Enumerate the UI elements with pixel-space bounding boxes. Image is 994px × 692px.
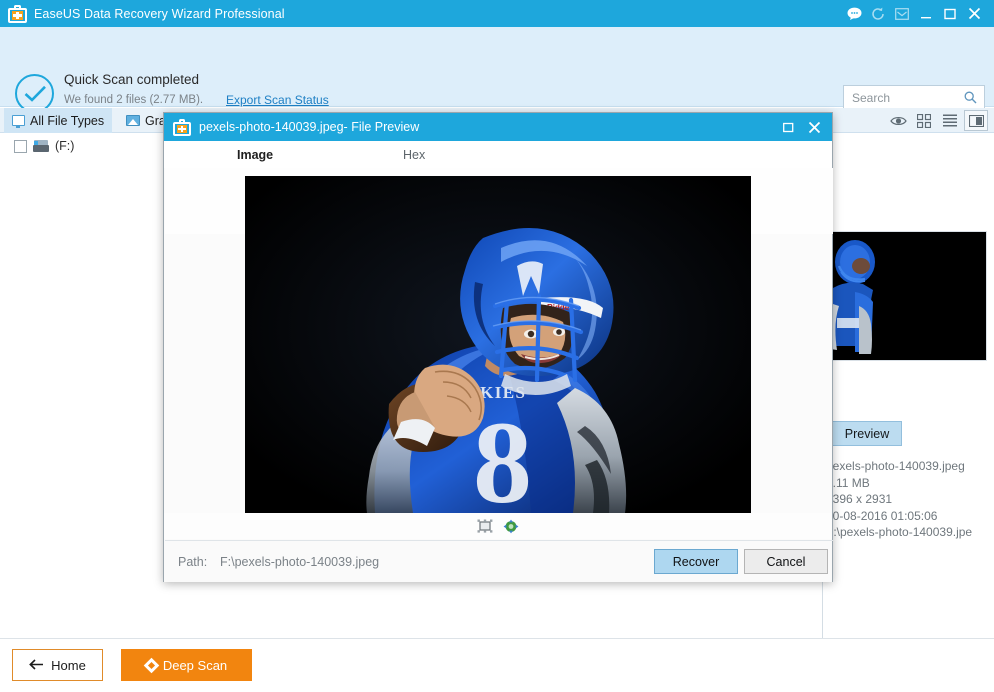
detail-panel-icon[interactable]	[964, 110, 988, 131]
meta-size: 2.11 MB	[826, 475, 870, 490]
deep-scan-icon	[143, 657, 160, 673]
meta-path: F:\pexels-photo-140039.jpe	[826, 525, 973, 539]
meta-date: 30-08-2016 01:05:06	[826, 508, 938, 523]
search-box[interactable]	[843, 85, 985, 110]
dialog-window-controls	[778, 117, 832, 137]
dialog-title: pexels-photo-140039.jpeg- File Preview	[199, 120, 420, 134]
export-scan-status-link[interactable]: Export Scan Status	[226, 93, 329, 107]
file-metadata: pexels-photo-140039.jpeg 2.11 MB 4396 x …	[826, 458, 994, 541]
dialog-logo-icon	[173, 118, 191, 136]
title-bar: EaseUS Data Recovery Wizard Professional	[0, 0, 994, 27]
back-arrow-icon	[29, 658, 44, 673]
fit-to-window-icon[interactable]	[477, 518, 494, 534]
dialog-footer: Path: F:\pexels-photo-140039.jpeg Recove…	[164, 541, 832, 582]
scan-status-header: Quick Scan completed We found 2 files (2…	[0, 27, 994, 113]
drive-checkbox[interactable]	[14, 139, 27, 153]
dialog-title-bar: pexels-photo-140039.jpeg- File Preview	[164, 113, 832, 141]
tab-image[interactable]: Image	[237, 148, 273, 162]
dialog-maximize-icon[interactable]	[778, 117, 798, 137]
tab-all-file-types-label: All File Types	[30, 113, 105, 128]
app-title: EaseUS Data Recovery Wizard Professional	[34, 6, 285, 21]
application-window: EaseUS Data Recovery Wizard Professional	[0, 0, 994, 692]
scan-status-title: Quick Scan completed	[64, 72, 200, 87]
preview-eye-icon[interactable]	[886, 110, 910, 131]
deep-scan-button-label: Deep Scan	[162, 657, 228, 673]
tab-all-file-types[interactable]: All File Types	[4, 108, 113, 133]
home-button[interactable]: Home	[12, 649, 103, 681]
app-logo-icon	[8, 4, 27, 23]
history-icon[interactable]	[866, 2, 890, 26]
tab-hex[interactable]: Hex	[403, 148, 425, 162]
meta-dimensions: 4396 x 2931	[826, 492, 893, 506]
scan-status-subtitle: We found 2 files (2.77 MB).	[64, 94, 204, 106]
actual-size-icon[interactable]	[503, 518, 520, 534]
home-button-label: Home	[51, 657, 86, 673]
dialog-cancel-button[interactable]: Cancel	[744, 549, 828, 574]
view-mode-icons	[886, 110, 988, 131]
grid-view-icon[interactable]	[912, 110, 936, 131]
maximize-icon[interactable]	[938, 2, 962, 26]
deep-scan-button[interactable]: Deep Scan	[121, 649, 252, 681]
image-tool-bar	[164, 513, 832, 539]
chat-icon[interactable]	[842, 2, 866, 26]
picture-icon	[126, 115, 140, 126]
thumbnail-preview	[831, 232, 986, 360]
dialog-path-label: Path:	[178, 555, 208, 569]
monitor-icon	[12, 115, 25, 128]
preview-button[interactable]: Preview	[832, 421, 902, 446]
tree-item-label: (F:)	[55, 139, 75, 153]
file-detail-panel: Preview pexels-photo-140039.jpeg 2.11 MB…	[822, 133, 994, 638]
search-input[interactable]	[852, 90, 964, 105]
meta-filename: pexels-photo-140039.jpeg	[826, 459, 965, 473]
bottom-bar: Home Deep Scan Recover	[0, 638, 994, 692]
window-controls	[842, 2, 994, 26]
dialog-tab-bar: Image Hex	[164, 141, 832, 168]
search-icon	[964, 91, 977, 104]
dialog-close-icon[interactable]	[804, 117, 824, 137]
close-icon[interactable]	[962, 2, 986, 26]
mail-icon[interactable]	[890, 2, 914, 26]
drive-icon	[33, 140, 49, 152]
dialog-path-value: F:\pexels-photo-140039.jpeg	[220, 555, 380, 569]
tree-item-drive-f[interactable]: (F:)	[14, 139, 74, 153]
minimize-icon[interactable]	[914, 2, 938, 26]
list-view-icon[interactable]	[938, 110, 962, 131]
dialog-recover-button[interactable]: Recover	[654, 549, 738, 574]
preview-image: HUSKIES 8 Riddell	[245, 176, 751, 513]
file-preview-dialog: pexels-photo-140039.jpeg- File Preview I…	[163, 112, 833, 582]
